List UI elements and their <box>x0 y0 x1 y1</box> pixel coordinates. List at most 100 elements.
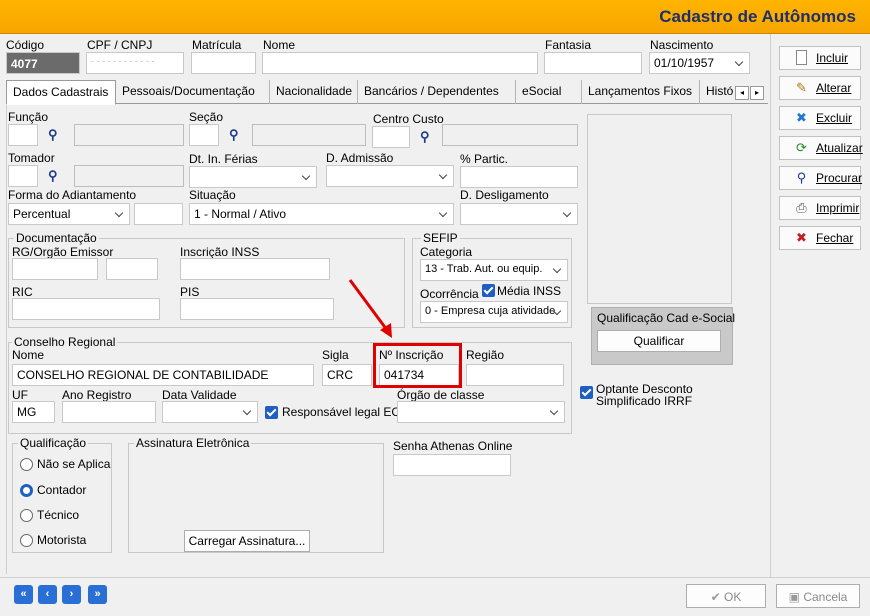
ric-field[interactable] <box>12 298 160 320</box>
fechar-button[interactable]: ✖ Fechar <box>779 226 861 250</box>
radio-nao-se-aplica[interactable] <box>20 458 33 471</box>
ok-button[interactable]: ✔ OK <box>686 584 766 608</box>
imprimir-label: Imprimir <box>816 201 860 215</box>
documentacao-title: Documentação <box>14 231 99 245</box>
secao-code-field[interactable] <box>189 124 219 146</box>
nome-label: Nome <box>263 38 296 52</box>
data-validade-field[interactable] <box>162 401 258 423</box>
tab-lancamentos[interactable]: Lançamentos Fixos <box>582 80 700 104</box>
tab-dados-cadastrais[interactable]: Dados Cadastrais <box>6 80 116 105</box>
tab-pessoais[interactable]: Pessoais/Documentação <box>116 80 270 104</box>
secao-search-icon[interactable]: ⚲ <box>229 127 239 143</box>
regiao-field[interactable] <box>466 364 564 386</box>
centro-custo-search-icon[interactable]: ⚲ <box>420 129 430 145</box>
excluir-button[interactable]: ✖ Excluir <box>779 106 861 130</box>
previous-record-icon[interactable]: ‹ <box>38 585 57 604</box>
option-tecnico-label: Técnico <box>37 508 80 522</box>
ric-label: RIC <box>12 285 33 299</box>
ano-registro-field[interactable] <box>62 401 156 423</box>
procurar-button[interactable]: ⚲ Procurar <box>779 166 863 190</box>
pis-label: PIS <box>180 285 200 299</box>
conselho-nome-field[interactable]: CONSELHO REGIONAL DE CONTABILIDADE <box>12 364 314 386</box>
centro-custo-desc-field <box>442 124 578 146</box>
cancela-button[interactable]: ▣ Cancela <box>776 584 860 608</box>
last-record-icon[interactable]: » <box>88 585 107 604</box>
delete-icon: ✖ <box>796 110 807 125</box>
fechar-label: Fechar <box>816 231 854 245</box>
inss-field[interactable] <box>180 258 330 280</box>
uf-field[interactable]: MG <box>12 401 55 423</box>
orgao-classe-select[interactable] <box>397 401 565 423</box>
funcao-label: Função <box>8 110 49 124</box>
sigla-field[interactable]: CRC <box>322 364 372 386</box>
rg-label: RG/Orgão Emissor <box>12 245 114 259</box>
radio-motorista[interactable] <box>20 534 33 547</box>
matricula-field[interactable] <box>191 52 256 74</box>
secao-desc-field <box>252 124 366 146</box>
tab-scroll-right-icon[interactable]: ▸ <box>750 86 764 100</box>
next-record-icon[interactable]: › <box>62 585 81 604</box>
excluir-label: Excluir <box>816 111 853 125</box>
sefip-title: SEFIP <box>421 231 460 245</box>
codigo-field[interactable]: 4077 <box>6 52 80 74</box>
conselho-nome-label: Nome <box>12 348 45 362</box>
tab-scroll-left-icon[interactable]: ◂ <box>735 86 749 100</box>
qualificar-button[interactable]: Qualificar <box>597 330 721 352</box>
rg-field[interactable] <box>12 258 98 280</box>
d-desligamento-field[interactable] <box>460 203 578 225</box>
tomador-code-field[interactable] <box>8 165 38 187</box>
d-admissao-field[interactable] <box>326 165 454 187</box>
cancela-label: Cancela <box>803 590 848 604</box>
cpf-field[interactable]: - - - - - - - - - - - - <box>86 52 184 74</box>
carregar-assinatura-button[interactable]: Carregar Assinatura... <box>184 530 310 552</box>
fantasia-label: Fantasia <box>545 38 592 52</box>
funcao-code-field[interactable] <box>8 124 38 146</box>
forma-adiant-value-field[interactable] <box>134 203 183 225</box>
fantasia-field[interactable] <box>544 52 642 74</box>
first-record-icon[interactable]: « <box>14 585 33 604</box>
tab-historico[interactable]: Históri <box>700 80 734 104</box>
tab-esocial[interactable]: eSocial <box>516 80 582 104</box>
responsavel-ecd-label: Responsável legal ECD <box>282 405 409 419</box>
tab-nacionalidade[interactable]: Nacionalidade <box>270 80 358 104</box>
alterar-button[interactable]: ✎ Alterar <box>779 76 861 100</box>
printer-icon: ⎙ <box>796 200 807 215</box>
rg-orgao-field[interactable] <box>106 258 158 280</box>
secao-label: Seção <box>189 110 224 124</box>
forma-adiant-label: Forma do Adiantamento <box>8 188 137 202</box>
situacao-label: Situação <box>189 188 236 202</box>
atualizar-button[interactable]: ⟳ Atualizar <box>779 136 863 160</box>
nascimento-label: Nascimento <box>650 38 714 52</box>
optante-checkbox[interactable] <box>580 386 593 399</box>
incluir-button[interactable]: Incluir <box>779 46 861 70</box>
dt-ferias-field[interactable] <box>189 166 317 188</box>
nascimento-field[interactable]: 01/10/1957 <box>649 52 750 74</box>
codigo-label: Código <box>6 38 45 52</box>
tomador-search-icon[interactable]: ⚲ <box>48 168 58 184</box>
centro-custo-code-field[interactable] <box>372 126 410 148</box>
media-inss-checkbox[interactable] <box>482 284 495 297</box>
procurar-label: Procurar <box>816 171 863 185</box>
radio-tecnico[interactable] <box>20 509 33 522</box>
categoria-select[interactable]: 13 - Trab. Aut. ou equip. <box>420 259 568 281</box>
pis-field[interactable] <box>180 298 334 320</box>
tab-bancarios[interactable]: Bancários / Dependentes <box>358 80 516 104</box>
situacao-select[interactable]: 1 - Normal / Ativo <box>189 203 454 225</box>
responsavel-ecd-checkbox[interactable] <box>265 406 278 419</box>
partic-field[interactable] <box>460 166 578 188</box>
imprimir-button[interactable]: ⎙ Imprimir <box>779 196 861 220</box>
centro-custo-label: Centro Custo <box>373 112 444 126</box>
radio-contador[interactable] <box>20 484 33 497</box>
option-nao-se-aplica-label: Não se Aplica <box>37 457 111 471</box>
incluir-label: Incluir <box>816 51 849 65</box>
option-contador-label: Contador <box>37 483 87 497</box>
nome-field[interactable] <box>262 52 538 74</box>
atualizar-label: Atualizar <box>816 141 863 155</box>
edit-pencil-icon: ✎ <box>796 80 807 95</box>
forma-adiant-select[interactable]: Percentual <box>8 203 130 225</box>
funcao-search-icon[interactable]: ⚲ <box>48 127 58 143</box>
ocorrencia-select[interactable]: 0 - Empresa cuja atividade <box>420 301 568 323</box>
senha-field[interactable] <box>393 454 511 476</box>
partic-label: % Partic. <box>460 152 509 166</box>
annotation-arrow <box>348 279 392 338</box>
